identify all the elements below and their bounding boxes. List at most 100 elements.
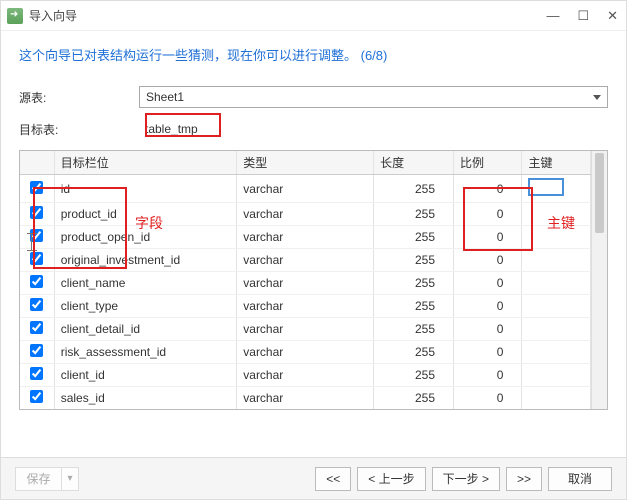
row-checkbox[interactable] — [30, 206, 43, 219]
row-checkbox[interactable] — [30, 181, 43, 194]
cell-scale[interactable]: 0 — [454, 226, 522, 249]
cancel-button[interactable]: 取消 — [548, 467, 612, 491]
row-checkbox[interactable] — [30, 321, 43, 334]
cell-scale[interactable]: 0 — [454, 295, 522, 318]
save-dropdown[interactable]: ▾ — [61, 467, 79, 491]
cell-field[interactable]: original_investment_id — [54, 249, 237, 272]
table-row[interactable]: client_idvarchar2550 — [20, 364, 591, 387]
cell-type[interactable]: varchar — [237, 295, 374, 318]
cell-primary-key[interactable] — [522, 387, 591, 410]
table-row[interactable]: original_investment_idvarchar2550 — [20, 249, 591, 272]
cell-type[interactable]: varchar — [237, 318, 374, 341]
cell-scale[interactable]: 0 — [454, 341, 522, 364]
cell-length[interactable]: 255 — [374, 249, 454, 272]
header-len[interactable]: 长度 — [374, 151, 454, 175]
cell-type[interactable]: varchar — [237, 272, 374, 295]
window-controls: — ☐ ✕ — [546, 8, 618, 24]
row-checkbox[interactable] — [30, 344, 43, 357]
cell-type[interactable]: varchar — [237, 226, 374, 249]
cell-length[interactable]: 255 — [374, 387, 454, 410]
cell-length[interactable]: 255 — [374, 175, 454, 203]
target-row: 目标表: table_tmp — [19, 118, 608, 140]
prev-button[interactable]: < 上一步 — [357, 467, 425, 491]
cell-primary-key[interactable] — [522, 203, 591, 226]
cell-scale[interactable]: 0 — [454, 387, 522, 410]
cell-primary-key[interactable] — [522, 364, 591, 387]
cell-scale[interactable]: 0 — [454, 249, 522, 272]
save-split-button: 保存 ▾ — [15, 467, 79, 491]
text-cursor-icon — [27, 233, 37, 251]
cell-type[interactable]: varchar — [237, 387, 374, 410]
close-icon[interactable]: ✕ — [607, 8, 618, 24]
cell-primary-key[interactable] — [522, 341, 591, 364]
first-button[interactable]: << — [315, 467, 351, 491]
table-row[interactable]: risk_assessment_idvarchar2550 — [20, 341, 591, 364]
minimize-icon[interactable]: — — [546, 8, 559, 24]
cell-field[interactable]: client_id — [54, 364, 237, 387]
cell-scale[interactable]: 0 — [454, 175, 522, 203]
cell-type[interactable]: varchar — [237, 203, 374, 226]
cell-primary-key[interactable] — [522, 175, 591, 203]
cell-scale[interactable]: 0 — [454, 364, 522, 387]
source-select[interactable]: Sheet1 — [139, 86, 608, 108]
row-checkbox[interactable] — [30, 252, 43, 265]
cell-length[interactable]: 255 — [374, 341, 454, 364]
cell-scale[interactable]: 0 — [454, 318, 522, 341]
header-sel[interactable] — [20, 151, 54, 175]
cell-scale[interactable]: 0 — [454, 272, 522, 295]
row-checkbox[interactable] — [30, 298, 43, 311]
key-edit-cell[interactable] — [528, 178, 564, 196]
cell-length[interactable]: 255 — [374, 272, 454, 295]
cell-length[interactable]: 255 — [374, 295, 454, 318]
cell-primary-key[interactable] — [522, 295, 591, 318]
table-row[interactable]: client_detail_idvarchar2550 — [20, 318, 591, 341]
next-button[interactable]: 下一步 > — [432, 467, 500, 491]
grid-scrollbar[interactable] — [591, 151, 607, 409]
row-checkbox[interactable] — [30, 275, 43, 288]
cell-primary-key[interactable] — [522, 226, 591, 249]
table-row[interactable]: idvarchar2550 — [20, 175, 591, 203]
cell-scale[interactable]: 0 — [454, 203, 522, 226]
cell-field[interactable]: id — [54, 175, 237, 203]
last-button[interactable]: >> — [506, 467, 542, 491]
cell-field[interactable]: risk_assessment_id — [54, 341, 237, 364]
save-button[interactable]: 保存 — [15, 467, 61, 491]
cell-primary-key[interactable] — [522, 272, 591, 295]
columns-grid: 目标栏位 类型 长度 比例 主键 idvarchar2550product_id… — [19, 150, 608, 410]
header-key[interactable]: 主键 — [522, 151, 591, 175]
cell-type[interactable]: varchar — [237, 175, 374, 203]
row-checkbox[interactable] — [30, 390, 43, 403]
cell-primary-key[interactable] — [522, 318, 591, 341]
dialog-body: 这个向导已对表结构运行一些猜测，现在你可以进行调整。 (6/8) 源表: She… — [1, 31, 626, 410]
source-value: Sheet1 — [146, 90, 184, 104]
table-row[interactable]: client_typevarchar2550 — [20, 295, 591, 318]
source-row: 源表: Sheet1 — [19, 86, 608, 108]
cell-field[interactable]: product_id — [54, 203, 237, 226]
target-value: table_tmp — [139, 122, 198, 136]
cell-length[interactable]: 255 — [374, 203, 454, 226]
cell-length[interactable]: 255 — [374, 318, 454, 341]
cell-field[interactable]: client_type — [54, 295, 237, 318]
grid-header-row: 目标栏位 类型 长度 比例 主键 — [20, 151, 591, 175]
cell-field[interactable]: sales_id — [54, 387, 237, 410]
cell-type[interactable]: varchar — [237, 364, 374, 387]
cell-length[interactable]: 255 — [374, 226, 454, 249]
header-field[interactable]: 目标栏位 — [54, 151, 237, 175]
table-row[interactable]: product_idvarchar2550 — [20, 203, 591, 226]
cell-field[interactable]: product_open_id — [54, 226, 237, 249]
maximize-icon[interactable]: ☐ — [577, 8, 589, 24]
table-row[interactable]: product_open_idvarchar2550 — [20, 226, 591, 249]
cell-type[interactable]: varchar — [237, 341, 374, 364]
cell-length[interactable]: 255 — [374, 364, 454, 387]
row-checkbox[interactable] — [30, 367, 43, 380]
table-row[interactable]: sales_idvarchar2550 — [20, 387, 591, 410]
cell-type[interactable]: varchar — [237, 249, 374, 272]
header-type[interactable]: 类型 — [237, 151, 374, 175]
chevron-down-icon: ▾ — [67, 473, 72, 484]
app-icon — [7, 8, 23, 24]
cell-primary-key[interactable] — [522, 249, 591, 272]
header-scale[interactable]: 比例 — [454, 151, 522, 175]
cell-field[interactable]: client_detail_id — [54, 318, 237, 341]
table-row[interactable]: client_namevarchar2550 — [20, 272, 591, 295]
cell-field[interactable]: client_name — [54, 272, 237, 295]
